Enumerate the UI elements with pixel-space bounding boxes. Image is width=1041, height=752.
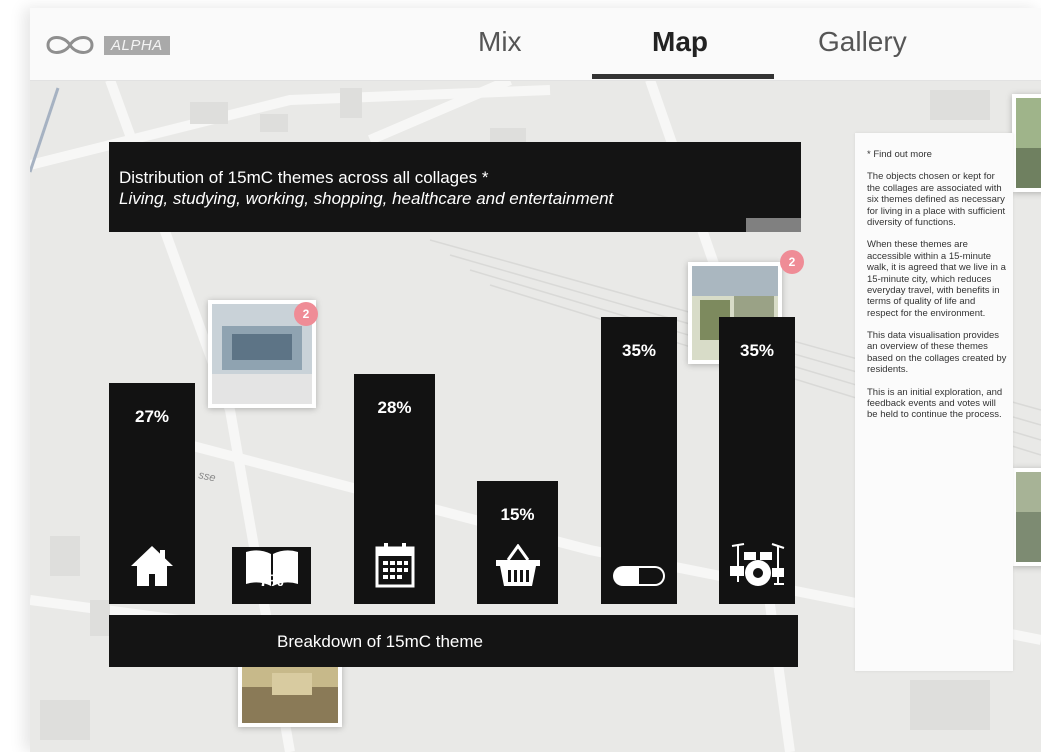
basket-icon [495, 544, 540, 586]
bar-working[interactable]: 28% [354, 374, 435, 604]
chart-subtitle: Living, studying, working, shopping, hea… [119, 189, 614, 208]
bar-entertainment[interactable]: 35% [719, 317, 795, 604]
app-window: sse 2 2 ALPHA Mix Map Gallery Distributi… [30, 8, 1041, 752]
collage-thumbnail[interactable] [1012, 468, 1041, 566]
info-panel: * Find out more The objects chosen or ke… [855, 133, 1013, 671]
bar-value-label: 35% [621, 341, 657, 360]
x-axis-label: Breakdown of 15mC theme [277, 632, 483, 651]
collage-thumbnail[interactable] [238, 663, 342, 727]
bar-healthcare[interactable]: 35% [601, 317, 677, 604]
collage-thumbnail[interactable] [1012, 94, 1041, 192]
top-navigation-bar: ALPHA Mix Map Gallery [30, 8, 1041, 81]
bar-value-label: 28% [377, 398, 412, 417]
alpha-badge: ALPHA [104, 35, 170, 55]
app-logo[interactable]: ALPHA [40, 32, 170, 58]
collage-count-badge: 2 [294, 302, 318, 326]
bar-value-label: 15% [500, 505, 535, 524]
collage-count-badge: 2 [780, 250, 804, 274]
info-paragraph: When these themes are accessible within … [867, 239, 1006, 319]
bar-value-label: 27% [134, 407, 170, 426]
chart-title: Distribution of 15mC themes across all c… [119, 168, 489, 187]
info-heading[interactable]: * Find out more [867, 149, 1007, 160]
tab-map[interactable]: Map [652, 26, 708, 78]
active-tab-indicator [592, 74, 774, 79]
bar-value-label: 35% [739, 341, 775, 360]
x-axis-label-bar: Breakdown of 15mC theme [109, 615, 798, 667]
house-icon [131, 546, 173, 586]
pill-icon [613, 566, 665, 586]
bar-living[interactable]: 27% [109, 383, 195, 604]
bar-studying[interactable]: 7% [232, 547, 311, 604]
header-tab-marker [746, 218, 801, 232]
info-paragraph: The objects chosen or kept for the colla… [867, 171, 1006, 228]
tab-mix[interactable]: Mix [478, 26, 522, 78]
info-paragraph: This is an initial exploration, and feed… [867, 386, 1003, 421]
calendar-icon [375, 543, 414, 588]
book-icon [245, 550, 298, 586]
bar-shopping[interactable]: 15% [477, 481, 558, 604]
collage-thumbnail[interactable]: 2 [208, 300, 318, 408]
info-paragraph: This data visualisation provides an over… [867, 330, 1007, 376]
infinity-icon [46, 36, 94, 54]
drums-icon [730, 543, 785, 586]
tab-gallery[interactable]: Gallery [818, 26, 907, 78]
chart-header: Distribution of 15mC themes across all c… [109, 142, 801, 232]
